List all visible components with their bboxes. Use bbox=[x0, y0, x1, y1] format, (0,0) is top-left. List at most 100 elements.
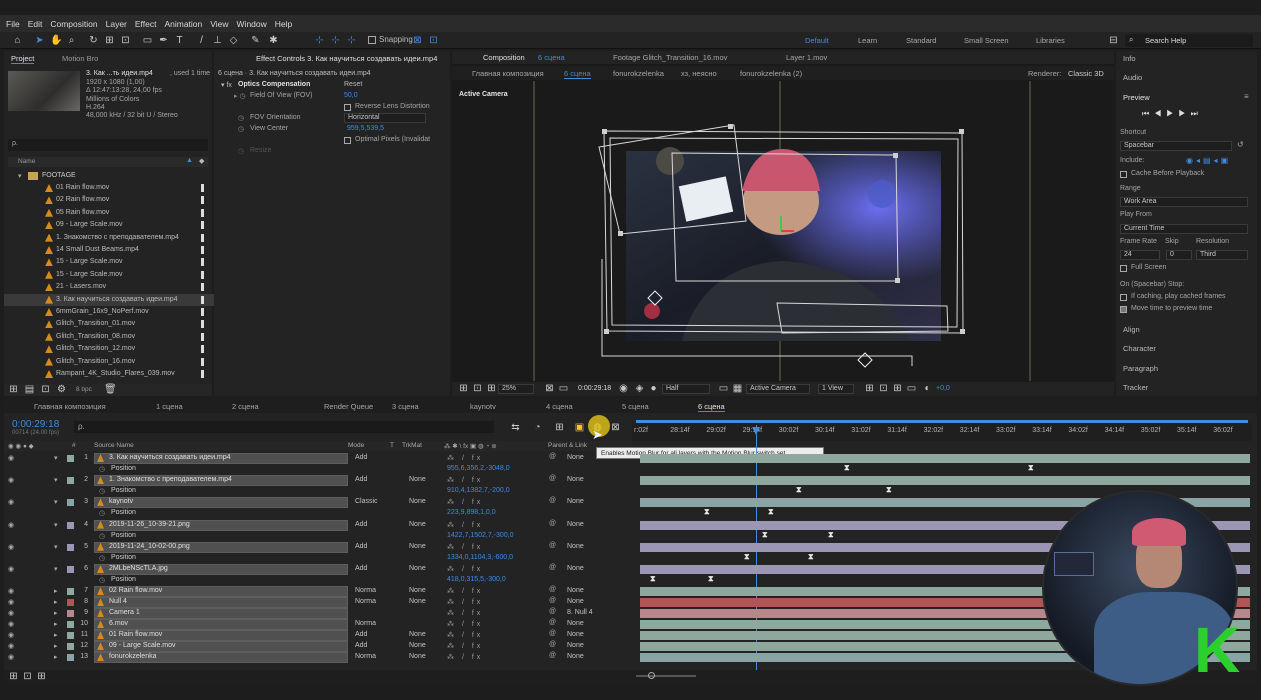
position-property-row[interactable]: ◷ Position 223,9,898,1,0,0 bbox=[4, 508, 638, 519]
label-color-swatch[interactable] bbox=[67, 654, 74, 662]
parent-select[interactable]: None bbox=[567, 476, 584, 483]
parent-select[interactable]: None bbox=[567, 565, 584, 572]
tab-motion-bro[interactable]: Motion Bro bbox=[62, 54, 98, 63]
camera-view-select[interactable]: Active Camera bbox=[746, 384, 810, 394]
breadcrumb-scene6[interactable]: 6 сцена bbox=[564, 69, 591, 79]
layer-switches-icon[interactable]: ⁂ / fx bbox=[447, 653, 483, 661]
layer-row[interactable]: ◉ ▾ 6 2MLbeNScTLA.jpg Add None ⁂ / fx @ None bbox=[4, 564, 638, 575]
position-property-row[interactable]: ◷ Position 418,0,315,5,-300,0 bbox=[4, 575, 638, 586]
menu-file[interactable]: File bbox=[6, 19, 20, 29]
blend-mode-select[interactable]: Norma bbox=[355, 598, 376, 605]
comp-flowchart-icon[interactable]: ⇆ bbox=[510, 422, 521, 433]
timeline-zoom-slider[interactable] bbox=[636, 675, 696, 677]
timeline-zoom-handle[interactable] bbox=[648, 672, 655, 679]
track-matte-select[interactable]: None bbox=[409, 565, 426, 572]
eye-icon[interactable]: ◉ bbox=[8, 609, 14, 617]
eye-icon[interactable]: ◉ bbox=[8, 476, 14, 484]
snap-edge-icon[interactable]: ⊡ bbox=[428, 35, 439, 46]
position-value[interactable]: 1422,7,1502,7,-300,0 bbox=[447, 532, 514, 539]
project-item[interactable]: Glitch_Transition_01.mov bbox=[4, 318, 214, 330]
keyframe-icon[interactable]: ⧗ bbox=[744, 552, 750, 562]
layer-switches-icon[interactable]: ⁂ / fx bbox=[447, 587, 483, 595]
layer-switches-icon[interactable]: ⁂ / fx bbox=[447, 631, 483, 639]
label-color-swatch[interactable] bbox=[67, 610, 74, 618]
keyframe-icon[interactable]: ⧗ bbox=[1028, 463, 1034, 473]
eye-icon[interactable]: ◉ bbox=[8, 521, 14, 529]
chevron-down-icon[interactable]: ▾ bbox=[54, 521, 58, 529]
layer-row[interactable]: ◉ ▾ 1 3. Как научиться создавать идеи.mp4 Ad… bbox=[4, 453, 638, 464]
track-matte-select[interactable]: None bbox=[409, 642, 426, 649]
menu-animation[interactable]: Animation bbox=[164, 19, 202, 29]
timeline-tab[interactable]: Render Queue bbox=[324, 402, 373, 411]
blend-mode-select[interactable]: Classic bbox=[355, 498, 378, 505]
pickwhip-icon[interactable]: @ bbox=[549, 542, 556, 549]
layer-row[interactable]: ◉ ▾ 4 2019-11-26_10-39-21.png Add None ⁂ / fx @… bbox=[4, 519, 638, 531]
timeline-tab[interactable]: 3 сцена bbox=[392, 402, 419, 411]
preview-panel-title[interactable]: Preview bbox=[1123, 93, 1150, 102]
track-matte-select[interactable]: None bbox=[409, 653, 426, 660]
menu-effect[interactable]: Effect bbox=[135, 19, 157, 29]
workspace-menu-icon[interactable]: ⊟ bbox=[1108, 35, 1119, 46]
layer-tab[interactable]: Layer 1.mov bbox=[786, 53, 827, 62]
zoom-tool-icon[interactable]: ⌕ bbox=[66, 35, 77, 46]
draft-3d-icon[interactable]: ⊡ bbox=[878, 383, 889, 394]
chevron-down-icon[interactable]: ▾ bbox=[54, 454, 58, 462]
eye-icon[interactable]: ◉ bbox=[8, 653, 14, 661]
resolution-select[interactable]: Half bbox=[662, 384, 710, 394]
grid-icon[interactable]: ⊠ bbox=[544, 383, 555, 394]
label-color-swatch[interactable] bbox=[67, 643, 74, 651]
reverse-distortion-checkbox[interactable] bbox=[344, 104, 351, 111]
rotate-tool-icon[interactable]: ↻ bbox=[88, 35, 99, 46]
keyframe-icon[interactable]: ⧗ bbox=[844, 463, 850, 473]
toggle-pixel-icon[interactable]: ⊞ bbox=[864, 383, 875, 394]
parent-select[interactable]: None bbox=[567, 521, 584, 528]
play-from-select[interactable]: Current Time bbox=[1120, 224, 1248, 234]
mode-header[interactable]: Mode bbox=[348, 442, 364, 449]
track-matte-select[interactable]: None bbox=[409, 476, 426, 483]
project-item[interactable]: Rampant_4K_Studio_Flares_039.mov bbox=[4, 368, 214, 380]
fov-value[interactable]: 50,0 bbox=[344, 92, 358, 99]
timeline-current-time[interactable]: 0:00:29:18 bbox=[12, 419, 59, 430]
stopwatch-icon[interactable]: ◷ bbox=[99, 509, 105, 517]
layer-row[interactable]: ◉ ▸ 8 Null 4 Norma None ⁂ / fx @ None bbox=[4, 597, 638, 609]
timeline-tab[interactable]: Главная композиция bbox=[34, 402, 106, 411]
eye-icon[interactable]: ◉ bbox=[8, 498, 14, 506]
position-value[interactable]: 910,4,1382,7,-200,0 bbox=[447, 487, 510, 494]
keyframe-icon[interactable]: ⧗ bbox=[762, 530, 768, 540]
graph-editor-icon[interactable]: ⊠ bbox=[610, 422, 621, 433]
label-color-swatch[interactable] bbox=[67, 588, 74, 596]
project-item[interactable]: 6mmGrain_16x9_NoPerf.mov bbox=[4, 306, 214, 318]
position-value[interactable]: 1334,0,1104,3,-600,0 bbox=[447, 554, 513, 561]
resolution-select[interactable]: Third bbox=[1196, 250, 1248, 260]
time-ruler[interactable]: r:02f 28:14f 29:02f 29:14f 30:02f 30:14f 31:02… bbox=[632, 423, 1252, 441]
show-snapshot-icon[interactable]: ◈ bbox=[634, 383, 645, 394]
stopwatch-icon[interactable]: ◷ bbox=[99, 487, 105, 495]
guide-icon[interactable]: ⊞ bbox=[486, 383, 497, 394]
pickwhip-icon[interactable]: @ bbox=[549, 597, 556, 604]
parent-select[interactable]: None bbox=[567, 498, 584, 505]
bit-depth-label[interactable]: 8 bpc bbox=[76, 386, 92, 393]
layer-row[interactable]: ◉ ▸ 9 Camera 1 ⁂ / fx @8. Null 4 bbox=[4, 608, 638, 620]
parent-select[interactable]: 8. Null 4 bbox=[567, 609, 593, 616]
breadcrumb-fonurok2[interactable]: fonurokzelenka (2) bbox=[740, 69, 802, 78]
keyframe-icon[interactable]: ⧗ bbox=[768, 507, 774, 517]
layer-switches-icon[interactable]: ⁂ / fx bbox=[447, 565, 483, 573]
eye-icon[interactable]: ◉ bbox=[8, 631, 14, 639]
keyframe-icon[interactable]: ⧗ bbox=[808, 552, 814, 562]
stopwatch-icon[interactable]: ◷ bbox=[99, 465, 105, 473]
expand-modes-icon[interactable]: ⊡ bbox=[22, 671, 33, 682]
pickwhip-icon[interactable]: @ bbox=[549, 630, 556, 637]
eye-icon[interactable]: ◉ bbox=[8, 620, 14, 628]
frame-rate-select[interactable]: 24 bbox=[1120, 250, 1160, 260]
workspace-learn[interactable]: Learn bbox=[858, 36, 877, 45]
timeline-tab[interactable]: 6 сцена bbox=[698, 402, 725, 412]
expand-switches-icon[interactable]: ⊞ bbox=[8, 671, 19, 682]
composition-canvas[interactable] bbox=[452, 81, 1114, 383]
track-matte-select[interactable]: None bbox=[409, 631, 426, 638]
layer-switches-icon[interactable]: ⁂ / fx bbox=[447, 521, 483, 529]
menu-composition[interactable]: Composition bbox=[50, 19, 97, 29]
pickwhip-icon[interactable]: @ bbox=[549, 520, 556, 527]
label-color-swatch[interactable] bbox=[67, 499, 74, 507]
layer-switches-icon[interactable]: ⁂ / fx bbox=[447, 543, 483, 551]
layer-row[interactable]: ◉ ▾ 5 2019-11-24_10-02-00.png Add None ⁂ / fx @… bbox=[4, 541, 638, 553]
